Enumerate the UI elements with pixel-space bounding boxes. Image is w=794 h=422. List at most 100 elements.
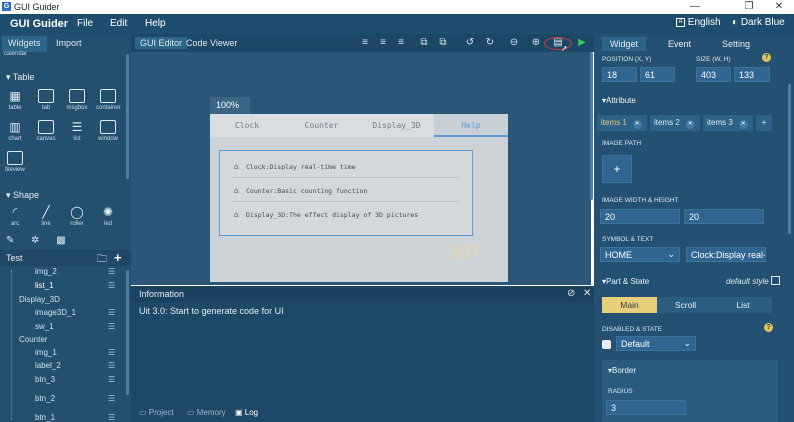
tree-item-img-2[interactable]: img_2 — [35, 267, 57, 276]
widget-window[interactable]: window — [96, 120, 120, 142]
tree-scrollbar[interactable] — [126, 270, 129, 395]
screen-tab-clock[interactable]: Clock — [210, 114, 284, 137]
tree-item-actions-icon[interactable]: ☰ — [108, 375, 115, 384]
undo-icon[interactable]: ↺ — [463, 37, 477, 49]
items-tab-1[interactable]: items 1 ✕ — [597, 115, 647, 131]
list-item[interactable]: ⌂ Counter:Basic counting function — [234, 184, 367, 198]
symbol-select[interactable]: HOME ⌄ — [600, 247, 680, 262]
widget-tileview[interactable]: tileview — [3, 151, 27, 173]
help-list[interactable]: ⌂ Clock:Display real-time time ⌂ Counter:B… — [219, 150, 473, 236]
tree-item-btn-2[interactable]: btn_2 — [35, 394, 55, 403]
tree-item-actions-icon[interactable]: ☰ — [108, 267, 115, 276]
section-part-state[interactable]: ▾Part & State — [602, 277, 649, 286]
list-item[interactable]: ⌂ Clock:Display real-time time — [234, 160, 356, 174]
tree-item-sw-1[interactable]: sw_1 — [35, 322, 54, 331]
tree-item-actions-icon[interactable]: ☰ — [108, 281, 115, 290]
tab-import[interactable]: Import — [50, 36, 88, 52]
section-shape[interactable]: ▾ Shape — [6, 190, 39, 201]
help-icon[interactable]: ? — [764, 323, 773, 332]
tab-setting[interactable]: Setting — [714, 37, 758, 51]
remove-item-icon[interactable]: ✕ — [685, 120, 695, 129]
tree-item-display-3d[interactable]: Display_3D — [19, 295, 60, 304]
list-item[interactable]: ⌂ Display_3D:The effect display of 3D pic… — [234, 208, 418, 222]
add-item-button[interactable]: + — [756, 115, 772, 131]
properties-scrollbar[interactable] — [788, 84, 791, 234]
tree-item-actions-icon[interactable]: ☰ — [108, 322, 115, 331]
position-y-input[interactable]: 61 — [640, 67, 675, 82]
bottom-tab-memory[interactable]: ▭ Memory — [187, 408, 226, 417]
widget-msgbox[interactable]: msgbox — [65, 89, 89, 111]
tab-code-viewer[interactable]: Code Viewer — [181, 37, 242, 49]
tree-item-btn-1[interactable]: btn_1 — [35, 413, 55, 422]
menu-edit[interactable]: Edit — [110, 18, 127, 29]
items-tab-2[interactable]: items 2 ✕ — [650, 115, 700, 131]
align-left-icon[interactable]: ≡ — [358, 37, 372, 49]
tab-widget[interactable]: Widget — [602, 37, 647, 51]
tab-gui-editor[interactable]: GUI Editor — [135, 37, 188, 49]
align-right-icon[interactable]: ≡ — [394, 37, 408, 49]
widget-arc[interactable]: ◜ arc — [3, 205, 27, 227]
tree-item-label-2[interactable]: label_2 — [35, 361, 61, 370]
remove-item-icon[interactable]: ✕ — [632, 120, 642, 129]
menu-file[interactable]: File — [77, 18, 93, 29]
tree-item-btn-3[interactable]: btn_3 — [35, 375, 55, 384]
bottom-tab-log[interactable]: ▣ Log — [235, 408, 258, 417]
widget-led[interactable]: ✺ led — [96, 205, 120, 227]
part-tab-list[interactable]: List — [714, 297, 772, 313]
tree-item-img-1[interactable]: img_1 — [35, 348, 57, 357]
widget-table[interactable]: ▦ table — [3, 89, 27, 111]
image-path-picker[interactable]: + — [602, 155, 632, 183]
part-tab-scroll[interactable]: Scroll — [657, 297, 714, 313]
device-screen[interactable]: Clock Counter Display_3D Help ⌂ Clock:Dis… — [210, 114, 508, 282]
canvas-scrollbar[interactable] — [590, 52, 593, 200]
disabled-checkbox[interactable] — [602, 340, 611, 349]
folder-icon[interactable]: 🗀 — [97, 252, 107, 269]
screen-tab-display-3d[interactable]: Display_3D — [359, 114, 434, 137]
screen-tab-counter[interactable]: Counter — [284, 114, 359, 137]
tree-item-actions-icon[interactable]: ☰ — [108, 361, 115, 370]
help-icon[interactable]: ? — [762, 53, 771, 62]
widget-list[interactable]: ☰ list — [65, 120, 89, 142]
align-center-icon[interactable]: ≡ — [376, 37, 390, 49]
run-simulator-icon[interactable]: ▶ — [575, 37, 589, 49]
close-window-button[interactable]: ✕ — [764, 1, 794, 13]
theme-selector[interactable]: ◐ Dark Blue — [732, 17, 785, 28]
image-height-input[interactable]: 20 — [684, 209, 764, 224]
widget-container[interactable]: container — [96, 89, 121, 111]
language-selector[interactable]: A English — [676, 17, 721, 28]
widget-line[interactable]: ╱ line — [34, 205, 58, 227]
restore-button[interactable]: ❐ — [734, 1, 764, 13]
widget-chart[interactable]: ▥ chart — [3, 120, 27, 142]
tree-item-actions-icon[interactable]: ☰ — [108, 348, 115, 357]
state-select[interactable]: Default ⌄ — [616, 336, 696, 351]
screen-tab-help[interactable]: Help — [434, 114, 508, 137]
section-border[interactable]: ▾Border — [608, 366, 636, 375]
part-tab-main[interactable]: Main — [602, 297, 657, 313]
widget-tab[interactable]: tab — [34, 89, 58, 111]
redo-icon[interactable]: ↻ — [483, 37, 497, 49]
clear-log-icon[interactable]: ⊘ — [567, 288, 575, 299]
size-w-input[interactable]: 403 — [696, 67, 731, 82]
tree-item-actions-icon[interactable]: ☰ — [108, 394, 115, 403]
tab-widgets[interactable]: Widgets — [2, 36, 47, 52]
tree-item-image3d-1[interactable]: image3D_1 — [35, 308, 76, 317]
section-attribute[interactable]: ▾Attribute — [602, 96, 636, 105]
paste-icon[interactable]: ⧉ — [436, 37, 450, 49]
default-style-checkbox[interactable] — [771, 276, 780, 285]
add-screen-button[interactable]: + — [114, 250, 122, 265]
widget-roller[interactable]: ◯ roller — [65, 205, 89, 227]
widget-scrollbar[interactable] — [126, 54, 129, 179]
tree-item-actions-icon[interactable]: ☰ — [108, 308, 115, 317]
size-h-input[interactable]: 133 — [734, 67, 770, 82]
zoom-out-icon[interactable]: ⊖ — [507, 37, 521, 49]
menu-help[interactable]: Help — [145, 18, 166, 29]
radius-input[interactable]: 3 — [606, 400, 686, 415]
image-width-input[interactable]: 20 — [600, 209, 680, 224]
position-x-input[interactable]: 18 — [602, 67, 637, 82]
widget-canvas[interactable]: canvas — [34, 120, 58, 142]
widget-calendar-label[interactable]: calendar — [4, 51, 27, 57]
section-table[interactable]: ▾ Table — [6, 72, 34, 83]
tab-event[interactable]: Event — [660, 37, 699, 51]
zoom-in-icon[interactable]: ⊕ — [529, 37, 543, 49]
symbol-text-input[interactable]: Clock:Display real-ti — [686, 247, 766, 262]
